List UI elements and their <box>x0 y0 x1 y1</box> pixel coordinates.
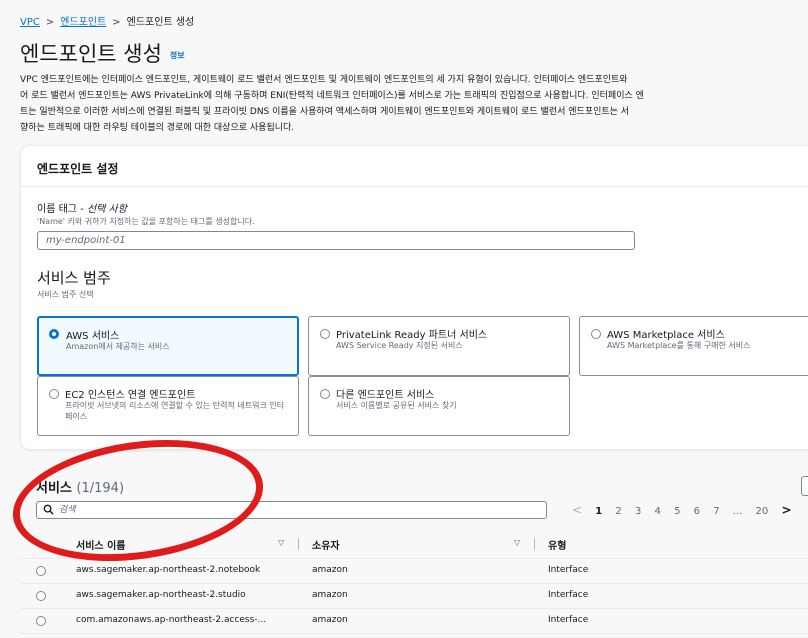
name-tag-input[interactable] <box>37 231 635 250</box>
name-tag-optional: 선택 사항 <box>86 204 127 215</box>
description-line: VPC 엔드포인트에는 인터페이스 엔드포인트, 게이트웨이 로드 밸런서 엔드… <box>20 75 628 85</box>
radio-icon[interactable] <box>591 329 601 339</box>
column-header-type[interactable]: 유형 <box>548 537 566 552</box>
page-4[interactable]: 4 <box>655 506 661 517</box>
name-tag-label: 이름 태그 - 선택 사항 <box>37 200 127 215</box>
search-input[interactable] <box>59 503 539 517</box>
tile-description: 프라이빗 서브넷의 리소스에 연결할 수 있는 탄력적 네트워크 인터페이스 <box>65 401 285 421</box>
page-20[interactable]: 20 <box>756 506 769 517</box>
radio-icon[interactable] <box>49 389 59 399</box>
breadcrumb-vpc-link[interactable]: VPC <box>20 17 40 28</box>
tile-description: 서비스 이름별로 공유된 서비스 찾기 <box>336 401 457 410</box>
pagination-prev-icon[interactable]: < <box>572 503 582 517</box>
type-cell: Interface <box>548 565 589 575</box>
page-description: VPC 엔드포인트에는 인터페이스 엔드포인트, 게이트웨이 로드 밸런서 엔드… <box>20 72 808 136</box>
breadcrumb-current: 엔드포인트 생성 <box>126 17 195 28</box>
page-7[interactable]: 7 <box>713 506 719 517</box>
page-6[interactable]: 6 <box>694 506 700 517</box>
row-radio[interactable] <box>36 566 46 576</box>
tile-description: AWS Marketplace를 통해 구매한 서비스 <box>607 341 751 350</box>
search-icon <box>43 504 54 515</box>
type-cell: Interface <box>548 615 589 625</box>
refresh-button[interactable] <box>801 476 808 496</box>
pagination-next-icon[interactable]: > <box>781 503 791 517</box>
service-category-description: 서비스 범주 선택 <box>37 290 94 299</box>
tile-privatelink-partner[interactable]: PrivateLink Ready 파트너 서비스 AWS Service Re… <box>308 316 570 376</box>
search-box[interactable] <box>36 501 547 519</box>
tile-aws-marketplace[interactable]: AWS Marketplace 서비스 AWS Marketplace를 통해 … <box>579 316 808 376</box>
row-radio[interactable] <box>36 591 46 601</box>
info-link[interactable]: 정보 <box>170 51 185 60</box>
description-line: 향하는 트래픽에 대한 라우팅 테이블의 경로에 대한 대상으로 사용됩니다. <box>20 123 295 133</box>
column-header-service-name[interactable]: 서비스 이름 <box>76 537 125 552</box>
tile-other-endpoint-services[interactable]: 다른 엔드포인트 서비스 서비스 이름별로 공유된 서비스 찾기 <box>308 376 570 436</box>
tile-title: EC2 인스턴스 연결 엔드포인트 <box>65 390 196 401</box>
panel-divider <box>21 186 808 187</box>
name-tag-label-text: 이름 태그 - <box>37 204 87 215</box>
breadcrumb-endpoints-link[interactable]: 엔드포인트 <box>60 17 106 28</box>
breadcrumb-separator: > <box>45 17 55 28</box>
radio-selected-icon[interactable] <box>49 329 59 339</box>
services-header: 서비스 (1/194) <box>36 477 124 496</box>
tile-ec2-instance-connect[interactable]: EC2 인스턴스 연결 엔드포인트 프라이빗 서브넷의 리소스에 연결할 수 있… <box>37 376 299 436</box>
tile-title: AWS Marketplace 서비스 <box>607 330 725 341</box>
sort-down-icon[interactable]: ▽ <box>278 538 284 547</box>
type-cell: Interface <box>548 590 589 600</box>
service-name-cell: aws.sagemaker.ap-northeast-2.studio <box>76 590 246 600</box>
page-5[interactable]: 5 <box>674 506 680 517</box>
tile-title: AWS 서비스 <box>66 331 120 342</box>
table-row[interactable]: aws.sagemaker.ap-northeast-2.notebook am… <box>20 559 808 584</box>
table-header: 서비스 이름 ▽ 소유자 ▽ 유형 <box>20 530 808 559</box>
tile-title: 다른 엔드포인트 서비스 <box>336 390 435 401</box>
endpoint-settings-panel: 엔드포인트 설정 이름 태그 - 선택 사항 'Name' 키와 귀하가 지정하… <box>20 145 808 450</box>
column-separator[interactable] <box>534 538 535 550</box>
tile-description: AWS Service Ready 지정된 서비스 <box>336 341 463 350</box>
services-title: 서비스 <box>36 481 72 496</box>
description-line: 어 로드 밸런서 엔드포인트는 AWS PrivateLink에 의해 구동하며… <box>20 91 644 101</box>
service-name-cell: aws.sagemaker.ap-northeast-2.notebook <box>76 565 261 575</box>
pagination-ellipsis: ... <box>732 506 743 517</box>
page-2[interactable]: 2 <box>615 506 621 517</box>
owner-cell: amazon <box>312 590 348 600</box>
breadcrumb-separator: > <box>112 17 121 28</box>
owner-cell: amazon <box>312 565 348 575</box>
owner-cell: amazon <box>312 615 348 625</box>
page-title-text: 엔드포인트 생성 <box>20 42 162 66</box>
radio-icon[interactable] <box>320 329 330 339</box>
radio-icon[interactable] <box>320 389 330 399</box>
row-radio[interactable] <box>36 616 46 626</box>
tile-title: PrivateLink Ready 파트너 서비스 <box>336 330 488 341</box>
table-row[interactable]: com.amazonaws.ap-northeast-2.access-... … <box>20 609 808 634</box>
service-category-title: 서비스 범주 <box>37 269 111 287</box>
endpoint-settings-title: 엔드포인트 설정 <box>37 162 119 176</box>
column-separator[interactable] <box>298 538 299 550</box>
breadcrumb: VPC > 엔드포인트 > 엔드포인트 생성 <box>20 13 194 28</box>
pagination: < 1 2 3 4 5 6 7 ... 20 > <box>572 503 802 517</box>
page-3[interactable]: 3 <box>635 506 641 517</box>
page-title: 엔드포인트 생성 정보 <box>20 38 185 68</box>
sort-down-icon[interactable]: ▽ <box>514 538 520 547</box>
column-header-owner[interactable]: 소유자 <box>312 537 340 552</box>
page-1[interactable]: 1 <box>595 506 602 517</box>
description-line: 트는 일반적으로 이러한 서비스에 연결된 퍼블릭 및 프라이빗 DNS 이름을… <box>20 107 630 117</box>
tile-aws-services[interactable]: AWS 서비스 Amazon에서 제공하는 서비스 <box>37 316 299 376</box>
services-count: (1/194) <box>76 481 125 496</box>
table-row[interactable]: aws.sagemaker.ap-northeast-2.studio amaz… <box>20 584 808 609</box>
service-name-cell: com.amazonaws.ap-northeast-2.access-... <box>76 615 267 625</box>
name-tag-description: 'Name' 키와 귀하가 지정하는 값을 포함하는 태그를 생성합니다. <box>37 217 255 226</box>
tile-description: Amazon에서 제공하는 서비스 <box>66 342 170 351</box>
